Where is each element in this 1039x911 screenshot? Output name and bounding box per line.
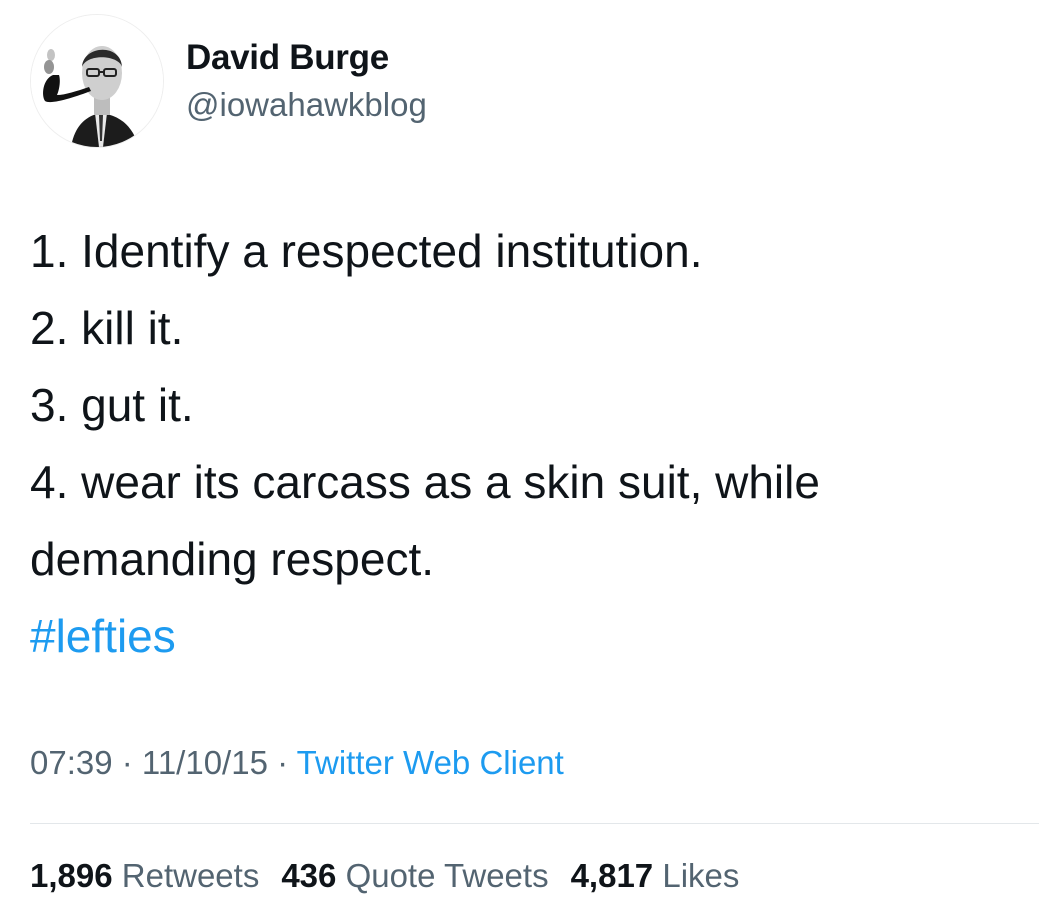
tweet-source-link[interactable]: Twitter Web Client: [297, 744, 564, 781]
retweets-label: Retweets: [121, 857, 260, 894]
author-handle[interactable]: @iowahawkblog: [186, 86, 427, 124]
tweet-date[interactable]: 11/10/15: [142, 744, 268, 781]
quote-tweets-stat[interactable]: 436 Quote Tweets: [281, 857, 548, 894]
tweet-time[interactable]: 07:39: [30, 744, 113, 781]
divider: [30, 823, 1039, 824]
author-display-name[interactable]: David Burge: [186, 38, 389, 78]
tweet: David Burge @iowahawkblog 1. Identify a …: [0, 0, 1039, 911]
avatar-image: [31, 15, 163, 147]
tweet-text-line: 3. gut it.: [30, 379, 194, 431]
likes-stat[interactable]: 4,817 Likes: [571, 857, 740, 894]
tweet-meta: 07:39 · 11/10/15 · Twitter Web Client: [30, 744, 564, 782]
tweet-text-line: 4. wear its carcass as a skin suit, whil…: [30, 456, 820, 508]
meta-separator: ·: [267, 744, 297, 781]
tweet-text-line: 2. kill it.: [30, 302, 184, 354]
tweet-stats: 1,896 Retweets 436 Quote Tweets 4,817 Like…: [30, 857, 761, 895]
meta-separator: ·: [112, 744, 142, 781]
avatar[interactable]: [30, 14, 164, 148]
quote-tweets-label: Quote Tweets: [345, 857, 549, 894]
retweets-count: 1,896: [30, 857, 113, 894]
likes-label: Likes: [662, 857, 740, 894]
hashtag-link[interactable]: #lefties: [30, 598, 1020, 675]
quote-tweets-count: 436: [281, 857, 337, 894]
tweet-text-line: demanding respect.: [30, 533, 435, 585]
likes-count: 4,817: [570, 857, 654, 894]
tweet-text-line: 1. Identify a respected institution.: [30, 225, 703, 277]
retweets-stat[interactable]: 1,896 Retweets: [30, 857, 259, 894]
tweet-text: 1. Identify a respected institution. 2. …: [30, 213, 1020, 675]
